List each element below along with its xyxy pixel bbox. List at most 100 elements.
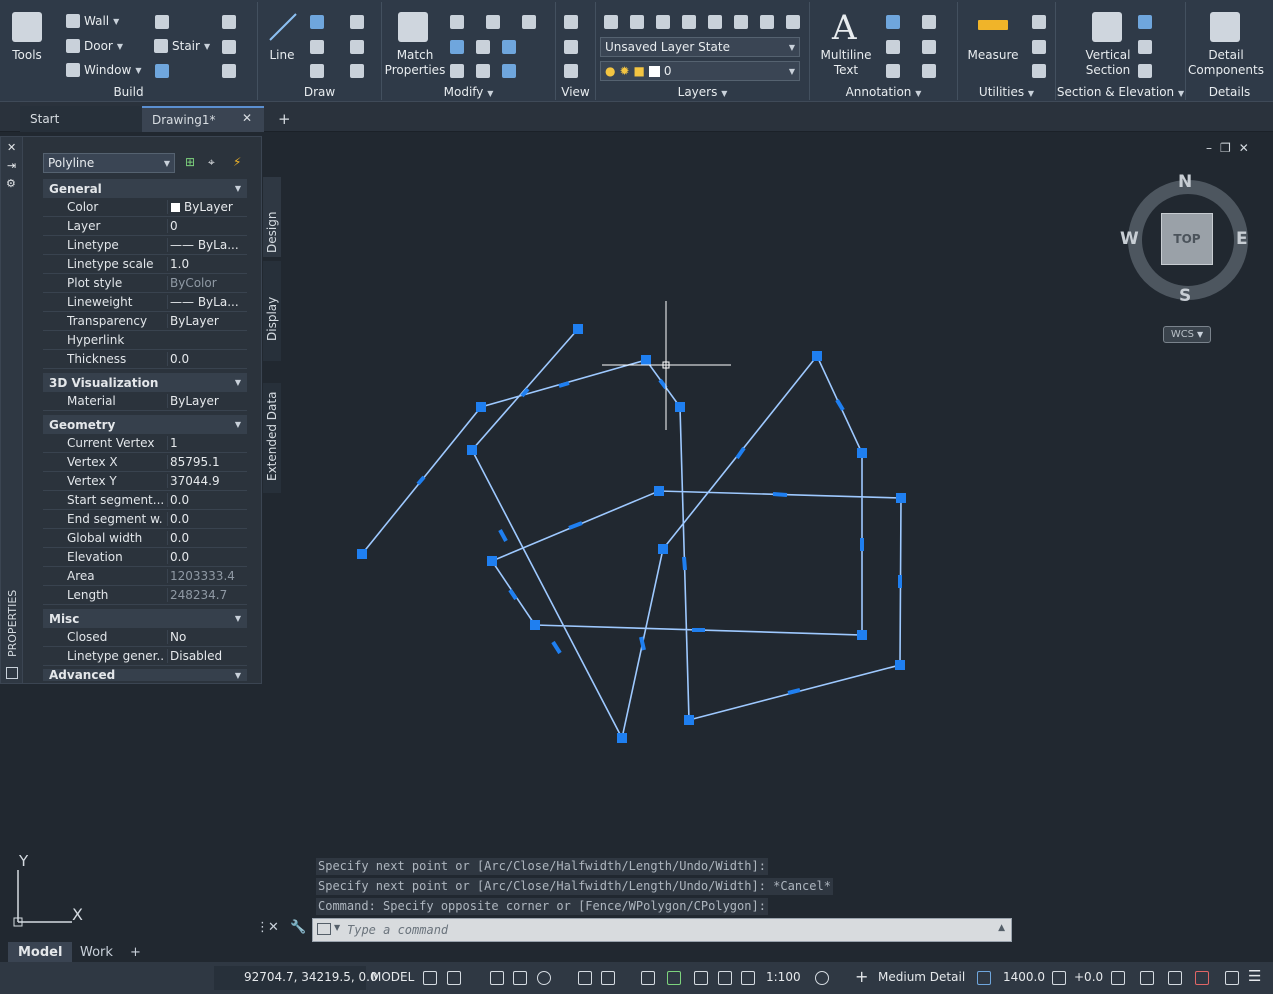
match-properties-icon[interactable] (398, 12, 428, 42)
tab-drawing1[interactable]: Drawing1* ✕ (142, 106, 264, 132)
model-space-toggle[interactable]: MODEL (371, 970, 414, 984)
section-advanced[interactable]: Advanced ▼ (43, 669, 247, 681)
coordinates-readout[interactable]: 92704.7, 34219.5, 0.0 (244, 970, 378, 984)
view-panel-title[interactable]: View (556, 85, 595, 99)
fillet-icon[interactable] (522, 15, 536, 29)
palette-autohide-icon[interactable]: ⇥ (7, 159, 16, 172)
point-icon[interactable] (350, 15, 364, 29)
property-value[interactable]: ByColor (167, 276, 247, 290)
property-row-geometry[interactable]: Current Vertex 1 (43, 434, 247, 453)
tab-design[interactable]: Design (263, 177, 281, 257)
layer-isolate-icon[interactable] (630, 15, 644, 29)
curtain-wall-icon[interactable] (155, 15, 169, 29)
isolate-objects-icon[interactable] (1111, 971, 1125, 985)
details-panel-title[interactable]: Details (1186, 85, 1273, 99)
dimension-icon[interactable] (886, 15, 900, 29)
modify-panel-title[interactable]: Modify ▼ (382, 85, 555, 99)
property-row-general[interactable]: Layer 0 (43, 217, 247, 236)
detail-components-icon[interactable] (1210, 12, 1240, 42)
object-type-select[interactable]: Polyline ▼ (43, 153, 175, 173)
palette-settings-icon[interactable]: ⚙ (6, 177, 16, 190)
property-row-misc[interactable]: Closed No (43, 628, 247, 647)
column-icon[interactable] (222, 40, 236, 54)
layer-previous-icon[interactable] (760, 15, 774, 29)
section-elevation-panel-title[interactable]: Section & Elevation ▼ (1056, 85, 1185, 99)
arc-icon[interactable] (310, 15, 324, 29)
section-3d-visualization[interactable]: 3D Visualization ▼ (43, 373, 247, 392)
select-objects-icon[interactable]: ⌖ (208, 155, 215, 170)
tab-model[interactable]: Model (8, 942, 73, 962)
line-button[interactable]: Line (262, 48, 302, 63)
tools-button[interactable]: Tools (4, 48, 50, 63)
snap-icon[interactable] (447, 971, 461, 985)
mirror-icon[interactable] (502, 64, 516, 78)
midpoint-grips[interactable] (416, 378, 902, 695)
current-layer-select[interactable]: ● ✹ ■ 0 ▼ (600, 61, 800, 81)
property-value[interactable]: 0 (167, 219, 247, 233)
property-value[interactable]: 0.0 (167, 550, 247, 564)
fullscreen-icon[interactable] (1225, 971, 1239, 985)
property-value[interactable]: 1203333.4 (167, 569, 247, 583)
polar-tracking-icon[interactable] (537, 971, 551, 985)
compass-south[interactable]: S (1179, 286, 1191, 306)
tab-work[interactable]: Work (70, 942, 123, 962)
clean-screen-icon[interactable] (1195, 971, 1209, 985)
property-value[interactable]: 37044.9 (167, 474, 247, 488)
circle-icon[interactable] (310, 40, 324, 54)
stretch-icon[interactable] (450, 64, 464, 78)
property-row-geometry[interactable]: Start segment... 0.0 (43, 491, 247, 510)
wall-button[interactable]: Wall ▼ (66, 14, 119, 28)
tools-icon[interactable] (12, 12, 42, 42)
property-row-viz3d[interactable]: Material ByLayer (43, 392, 247, 411)
multiline-text-icon[interactable]: A (832, 8, 857, 48)
new-tab-button[interactable]: + (268, 106, 298, 132)
door-button[interactable]: Door ▼ (66, 39, 123, 53)
command-line-customize-icon[interactable]: 🔧 (290, 920, 306, 935)
hatch-icon[interactable] (350, 64, 364, 78)
elevation-mark-icon[interactable] (1138, 40, 1152, 54)
quick-select-icon[interactable] (1032, 15, 1046, 29)
command-input[interactable]: ▼ Type a command ▲ (312, 918, 1012, 942)
property-value[interactable]: 0.0 (167, 512, 247, 526)
property-row-general[interactable]: Linetype —— ByLa... (43, 236, 247, 255)
property-row-general[interactable]: Linetype scale 1.0 (43, 255, 247, 274)
property-value[interactable]: 1 (167, 436, 247, 450)
property-row-general[interactable]: Plot style ByColor (43, 274, 247, 293)
compass-west[interactable]: W (1120, 229, 1139, 249)
display-detail-select[interactable]: Medium Detail (878, 970, 965, 984)
cut-plane-value[interactable]: 1400.0 (1003, 970, 1045, 984)
property-value[interactable]: 0.0 (167, 531, 247, 545)
stair-button[interactable]: Stair ▼ (154, 39, 210, 53)
layer-walk-icon[interactable] (786, 15, 800, 29)
toggle-pickadd-icon[interactable]: ⊞ (185, 155, 195, 169)
plus-icon[interactable]: + (855, 967, 868, 986)
property-row-general[interactable]: Thickness 0.0 (43, 350, 247, 369)
annotation-scale-select[interactable]: 1:100 (766, 970, 801, 984)
rectangle-icon[interactable] (310, 64, 324, 78)
property-value[interactable]: 248234.7 (167, 588, 247, 602)
section-misc[interactable]: Misc ▼ (43, 609, 247, 628)
cloud-icon[interactable] (922, 15, 936, 29)
layer-freeze-icon[interactable] (682, 15, 696, 29)
object-snap-icon[interactable] (601, 971, 615, 985)
ellipse-icon[interactable] (350, 40, 364, 54)
layer-match-icon[interactable] (734, 15, 748, 29)
layer-off-icon[interactable] (656, 15, 670, 29)
pan-zoom-icon[interactable] (564, 64, 578, 78)
property-row-geometry[interactable]: Vertex Y 37044.9 (43, 472, 247, 491)
property-row-geometry[interactable]: Elevation 0.0 (43, 548, 247, 567)
tag-icon[interactable] (886, 64, 900, 78)
property-value[interactable]: ByLayer (167, 394, 247, 408)
layers-panel-title[interactable]: Layers ▼ (596, 85, 809, 99)
grid-icon[interactable] (222, 15, 236, 29)
detail-components-button[interactable]: Detail Components (1186, 48, 1266, 78)
property-row-geometry[interactable]: Vertex X 85795.1 (43, 453, 247, 472)
command-prompt-icon[interactable] (317, 923, 331, 935)
polyline-entity[interactable] (361, 328, 902, 741)
rotate-icon[interactable] (486, 15, 500, 29)
measure-button[interactable]: Measure (960, 48, 1026, 63)
property-row-general[interactable]: Hyperlink (43, 331, 247, 350)
calculator-icon[interactable] (1032, 64, 1046, 78)
grid-icon[interactable] (423, 971, 437, 985)
table-icon[interactable] (922, 64, 936, 78)
